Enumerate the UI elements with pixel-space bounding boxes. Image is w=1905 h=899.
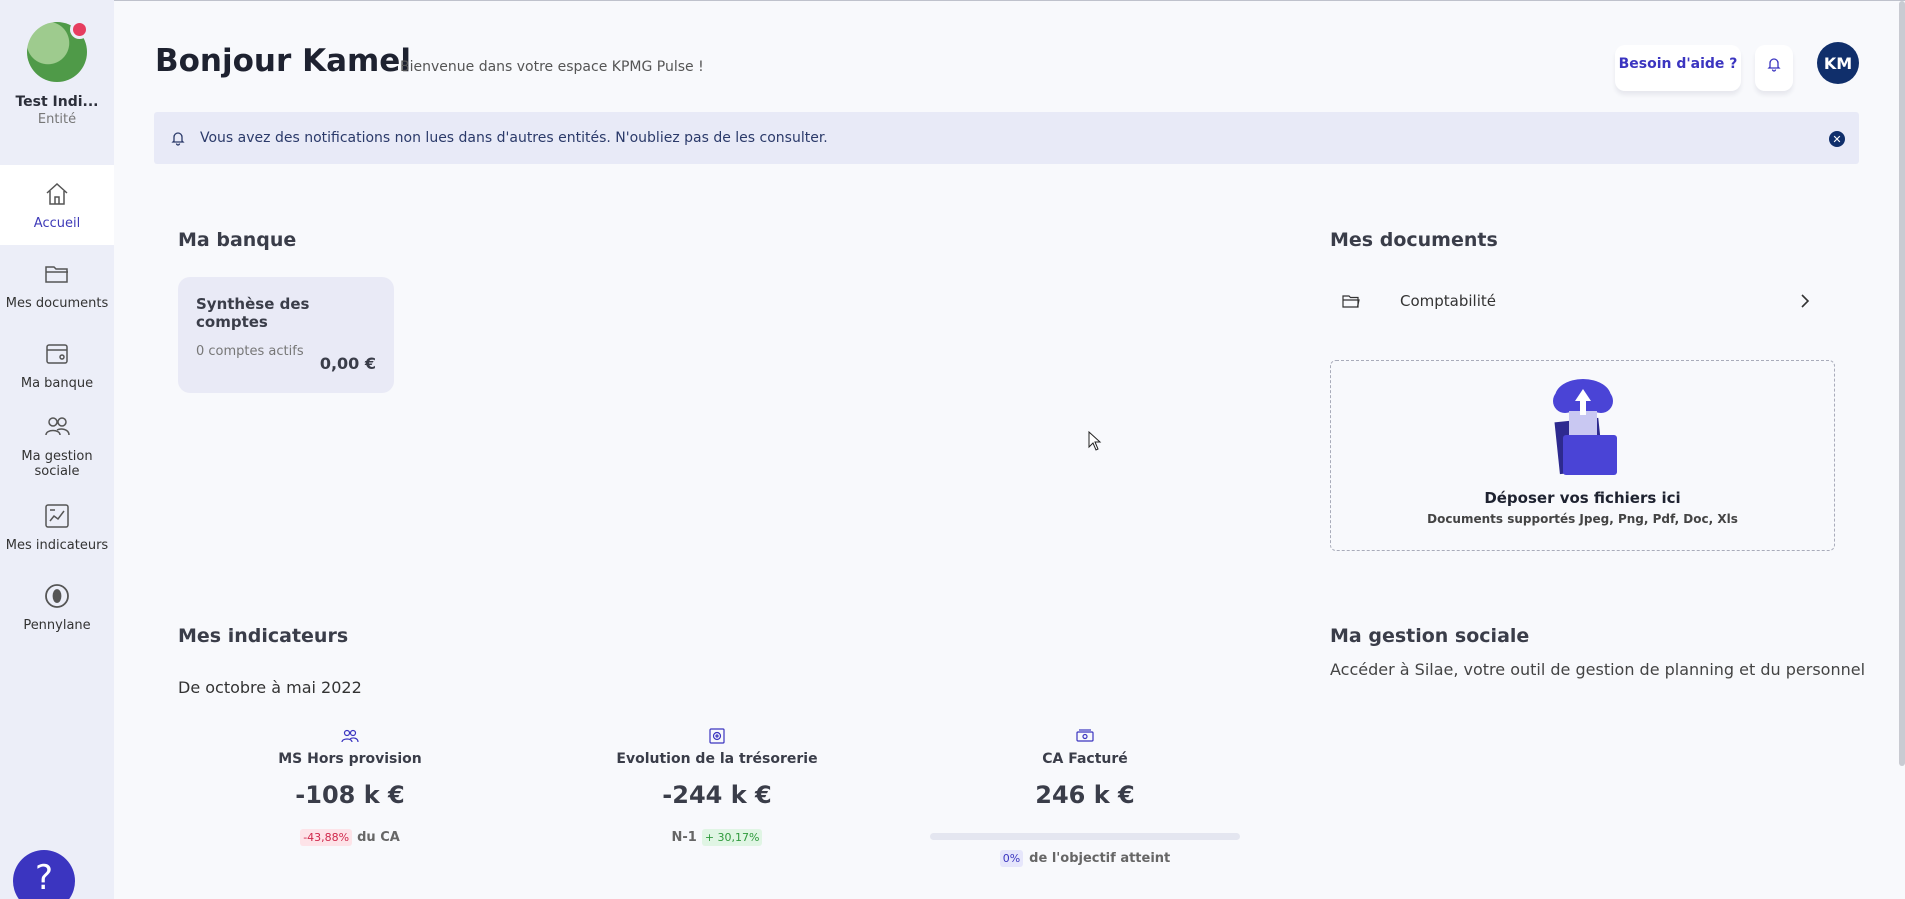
card-title: Synthèse des comptes xyxy=(196,295,310,331)
scrollbar[interactable] xyxy=(1899,1,1905,766)
objective-progress-bar xyxy=(930,833,1240,840)
sidebar-item-label: Pennylane xyxy=(23,617,91,633)
entity-switcher[interactable]: Test Indi... Entité xyxy=(0,0,114,165)
card-value: 0,00 € xyxy=(319,354,376,373)
close-icon[interactable]: ✕ xyxy=(1829,131,1845,147)
notifications-button[interactable] xyxy=(1755,45,1793,91)
sidebar-item-documents[interactable]: Mes documents xyxy=(0,245,114,325)
file-dropzone[interactable]: Déposer vos fichiers ici Documents suppo… xyxy=(1330,360,1835,551)
social-section-title: Ma gestion sociale xyxy=(1330,625,1530,647)
safe-icon xyxy=(709,728,725,744)
dropzone-title: Déposer vos fichiers ici xyxy=(1484,489,1681,507)
chart-icon xyxy=(45,503,69,528)
mouse-cursor-icon xyxy=(1088,431,1102,451)
folder-row-comptabilite[interactable]: Comptabilité xyxy=(1330,283,1830,319)
sidebar-item-label: Ma banque xyxy=(20,375,94,391)
main-content: Bonjour Kamel Bienvenue dans votre espac… xyxy=(114,0,1905,899)
sidebar: Test Indi... Entité Accueil Mes document… xyxy=(0,0,114,899)
entity-name: Test Indi... xyxy=(15,94,99,110)
sidebar-item-gestion-sociale[interactable]: Ma gestion sociale xyxy=(0,405,114,487)
users-icon xyxy=(341,729,359,743)
kpi-label: MS Hors provision xyxy=(278,751,422,767)
wallet-icon xyxy=(46,343,68,364)
kpi-evolution-tresorerie: Evolution de la trésorerie -244 k € N-1 … xyxy=(597,727,837,846)
sidebar-item-label: Ma gestion sociale xyxy=(21,449,93,479)
objective-progress-label: 0% de l'objectif atteint xyxy=(930,850,1240,867)
folder-label: Comptabilité xyxy=(1400,292,1496,310)
avatar[interactable]: KM xyxy=(1817,42,1859,84)
silae-link[interactable]: Accéder à Silae, votre outil de gestion … xyxy=(1330,660,1865,679)
sidebar-item-banque[interactable]: Ma banque xyxy=(0,325,114,405)
kpi-footer: N-1 + 30,17% xyxy=(672,829,763,846)
kpi-footer-text: du CA xyxy=(357,830,400,845)
bell-icon xyxy=(171,132,185,146)
sidebar-item-label: Accueil xyxy=(33,215,81,231)
documents-section-title: Mes documents xyxy=(1330,229,1498,251)
kpi-value: -108 k € xyxy=(295,781,405,809)
cash-icon xyxy=(1076,729,1094,742)
help-fab-button[interactable]: ? xyxy=(13,850,75,899)
kpi-value: 246 k € xyxy=(1035,781,1135,809)
kpi-footer-text: de l'objectif atteint xyxy=(1029,851,1171,866)
upload-folder-icon xyxy=(1552,379,1617,475)
folder-icon xyxy=(45,265,68,283)
kpi-label: CA Facturé xyxy=(1042,751,1128,767)
kpi-ms-hors-provision: MS Hors provision -108 k € -43,88% du CA xyxy=(230,727,470,846)
help-button[interactable]: Besoin d'aide ? xyxy=(1615,45,1741,91)
entity-type: Entité xyxy=(37,112,77,127)
kpi-badge: -43,88% xyxy=(300,829,353,846)
home-icon xyxy=(46,182,68,205)
bell-icon xyxy=(1767,58,1781,72)
kpi-footer: -43,88% du CA xyxy=(300,829,400,846)
kpi-label: Evolution de la trésorerie xyxy=(616,751,818,767)
kpi-value: -244 k € xyxy=(662,781,772,809)
notification-dot xyxy=(70,20,89,39)
accounts-summary-card[interactable]: Synthèse des comptes 0 comptes actifs 0,… xyxy=(178,277,394,393)
sidebar-item-label: Mes documents xyxy=(5,295,109,311)
folder-icon xyxy=(1342,295,1360,308)
entity-logo xyxy=(27,20,89,82)
chevron-right-icon xyxy=(1801,294,1810,308)
indicators-section-title: Mes indicateurs xyxy=(178,625,349,647)
indicators-period: De octobre à mai 2022 xyxy=(178,678,362,697)
kpi-ca-facture: CA Facturé 246 k € xyxy=(965,727,1205,809)
page-title: Bonjour Kamel xyxy=(155,43,411,79)
bank-section-title: Ma banque xyxy=(178,229,297,251)
notification-banner: Vous avez des notifications non lues dan… xyxy=(154,112,1859,164)
kpi-badge: + 30,17% xyxy=(701,829,763,846)
sidebar-item-label: Mes indicateurs xyxy=(5,537,109,553)
sidebar-item-accueil[interactable]: Accueil xyxy=(0,165,114,245)
users-icon xyxy=(45,417,70,436)
dropzone-subtitle: Documents supportés Jpeg, Png, Pdf, Doc,… xyxy=(1427,512,1738,526)
kpi-badge: 0% xyxy=(999,850,1024,867)
page-subtitle: Bienvenue dans votre espace KPMG Pulse ! xyxy=(400,59,704,75)
kpi-prefix: N-1 xyxy=(671,830,697,845)
pennylane-icon xyxy=(45,583,69,608)
sidebar-item-indicateurs[interactable]: Mes indicateurs xyxy=(0,487,114,567)
sidebar-item-pennylane[interactable]: Pennylane xyxy=(0,567,114,647)
notification-text: Vous avez des notifications non lues dan… xyxy=(200,130,828,146)
